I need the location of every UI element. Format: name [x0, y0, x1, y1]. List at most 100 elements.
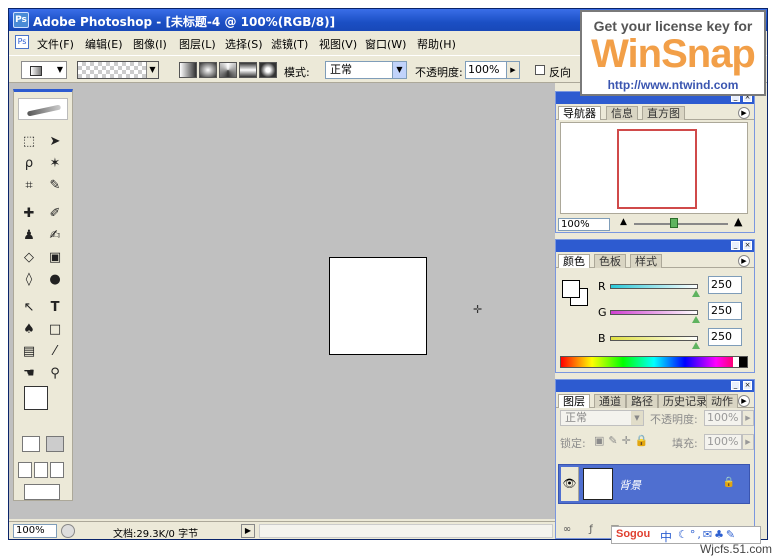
color-swatches[interactable]: [24, 386, 64, 424]
rectangle-tool-icon[interactable]: □: [44, 320, 66, 340]
reflected-gradient-icon[interactable]: [239, 62, 257, 78]
color-spectrum-ramp[interactable]: [560, 356, 748, 368]
tab-layers[interactable]: 图层: [558, 394, 590, 408]
tab-info[interactable]: 信息: [606, 106, 638, 120]
layer-row[interactable]: 👁 背景 🔒: [558, 464, 750, 504]
menu-window[interactable]: 窗口(W): [365, 36, 406, 52]
magic-wand-tool-icon[interactable]: ✶: [44, 154, 66, 174]
history-brush-tool-icon[interactable]: ✍: [44, 226, 66, 246]
reverse-checkbox[interactable]: [535, 65, 545, 75]
mode-select[interactable]: 正常 ▼: [325, 61, 407, 79]
stamp-tool-icon[interactable]: ♟: [18, 226, 40, 246]
marquee-tool-icon[interactable]: ⬚: [18, 132, 40, 152]
zoom-button-icon[interactable]: [61, 524, 75, 538]
foreground-color-swatch[interactable]: [24, 386, 48, 410]
path-selection-tool-icon[interactable]: ↖: [18, 298, 40, 318]
eraser-tool-icon[interactable]: ◇: [18, 248, 40, 268]
photoshop-logo-icon[interactable]: Ps: [13, 12, 29, 28]
dodge-tool-icon[interactable]: ●: [44, 270, 66, 290]
horizontal-scrollbar[interactable]: [259, 524, 553, 538]
opacity-input[interactable]: 100%: [465, 61, 507, 79]
lock-icons[interactable]: ▣✎✛🔒: [594, 434, 653, 447]
close-icon[interactable]: ×: [743, 381, 752, 390]
pen-tool-icon[interactable]: ♠: [18, 320, 40, 340]
slider-thumb-r[interactable]: [692, 290, 700, 297]
brush-tool-icon[interactable]: ✐: [44, 204, 66, 224]
notes-tool-icon[interactable]: ▤: [18, 342, 40, 362]
tab-styles[interactable]: 样式: [630, 254, 662, 268]
slider-thumb-g[interactable]: [692, 316, 700, 323]
menu-view[interactable]: 视图(V): [319, 36, 357, 52]
palette-menu-icon[interactable]: ▶: [738, 395, 750, 407]
layer-opacity-input[interactable]: 100%: [704, 410, 742, 426]
palette-menu-icon[interactable]: ▶: [738, 107, 750, 119]
tab-histogram[interactable]: 直方图: [642, 106, 685, 120]
tab-history[interactable]: 历史记录: [658, 394, 712, 408]
screen-mode-full-icon[interactable]: [50, 462, 64, 478]
jump-to-imageready-icon[interactable]: [24, 484, 60, 500]
palette-menu-icon[interactable]: ▶: [738, 255, 750, 267]
lasso-tool-icon[interactable]: ρ: [18, 154, 40, 174]
tool-preset-picker[interactable]: ▼: [21, 61, 67, 79]
angle-gradient-icon[interactable]: [219, 62, 237, 78]
zoom-field[interactable]: 100%: [13, 524, 57, 538]
zoom-out-icon[interactable]: ▲: [620, 217, 627, 227]
menu-help[interactable]: 帮助(H): [417, 36, 456, 52]
tab-color[interactable]: 颜色: [558, 254, 590, 268]
tab-paths[interactable]: 路径: [626, 394, 658, 408]
menu-edit[interactable]: 编辑(E): [85, 36, 123, 52]
menu-image[interactable]: 图像(I): [133, 36, 167, 52]
opacity-slider-button[interactable]: ▶: [506, 61, 520, 79]
healing-brush-tool-icon[interactable]: ✚: [18, 204, 40, 224]
hand-tool-icon[interactable]: ☚: [18, 364, 40, 384]
crop-tool-icon[interactable]: ⌗: [18, 176, 40, 196]
foreground-color-swatch[interactable]: [562, 280, 580, 298]
channel-value-b[interactable]: 250: [708, 328, 742, 346]
navigator-view-frame[interactable]: [617, 129, 697, 209]
move-tool-icon[interactable]: ➤: [44, 132, 66, 152]
navigator-preview[interactable]: [560, 122, 748, 214]
menu-layer[interactable]: 图层(L): [179, 36, 216, 52]
feather-logo-icon[interactable]: [18, 98, 68, 120]
minimize-icon[interactable]: _: [731, 381, 740, 390]
standard-mode-icon[interactable]: [22, 436, 40, 452]
close-icon[interactable]: ×: [743, 241, 752, 250]
tab-actions[interactable]: 动作: [706, 394, 738, 408]
linear-gradient-icon[interactable]: [179, 62, 197, 78]
menu-filter[interactable]: 滤镜(T): [271, 36, 308, 52]
channel-value-g[interactable]: 250: [708, 302, 742, 320]
status-menu-arrow-icon[interactable]: ▶: [241, 524, 255, 538]
quick-mask-icon[interactable]: [46, 436, 64, 452]
ime-mode[interactable]: 中: [660, 528, 672, 545]
link-icon[interactable]: ∞: [560, 524, 574, 536]
menu-file[interactable]: 文件(F): [37, 36, 74, 52]
eyedropper-tool-icon[interactable]: ⁄: [44, 342, 66, 362]
fill-input[interactable]: 100%: [704, 434, 742, 450]
document-icon[interactable]: Ps: [15, 35, 29, 49]
fill-slider-button[interactable]: ▶: [742, 434, 754, 450]
gradient-picker[interactable]: ▼: [77, 61, 159, 79]
blur-tool-icon[interactable]: ◊: [18, 270, 40, 290]
navigator-slider-knob[interactable]: [670, 218, 678, 228]
type-tool-icon[interactable]: T: [44, 298, 66, 318]
radial-gradient-icon[interactable]: [199, 62, 217, 78]
workspace[interactable]: ⬚ ➤ ρ ✶ ⌗ ✎ ✚ ✐ ♟ ✍ ◇ ▣ ◊ ● ↖ T ♠ □ ▤ ⁄ …: [9, 83, 555, 519]
blend-mode-select[interactable]: 正常 ▼: [560, 410, 644, 426]
minimize-icon[interactable]: _: [731, 241, 740, 250]
channel-slider-g[interactable]: [610, 310, 698, 315]
channel-slider-r[interactable]: [610, 284, 698, 289]
zoom-in-icon[interactable]: ▲: [734, 215, 742, 228]
navigator-zoom-slider[interactable]: [634, 223, 728, 225]
slice-tool-icon[interactable]: ✎: [44, 176, 66, 196]
screen-mode-full-menu-icon[interactable]: [34, 462, 48, 478]
ime-tool-icons[interactable]: ☾°,✉♣✎: [678, 528, 737, 541]
zoom-tool-icon[interactable]: ⚲: [44, 364, 66, 384]
tab-navigator[interactable]: 导航器: [558, 106, 601, 120]
screen-mode-standard-icon[interactable]: [18, 462, 32, 478]
document-canvas[interactable]: [329, 257, 427, 355]
eye-icon[interactable]: 👁: [561, 467, 579, 501]
diamond-gradient-icon[interactable]: [259, 62, 277, 78]
gradient-tool-icon[interactable]: ▣: [44, 248, 66, 268]
channel-slider-b[interactable]: [610, 336, 698, 341]
menu-select[interactable]: 选择(S): [225, 36, 263, 52]
